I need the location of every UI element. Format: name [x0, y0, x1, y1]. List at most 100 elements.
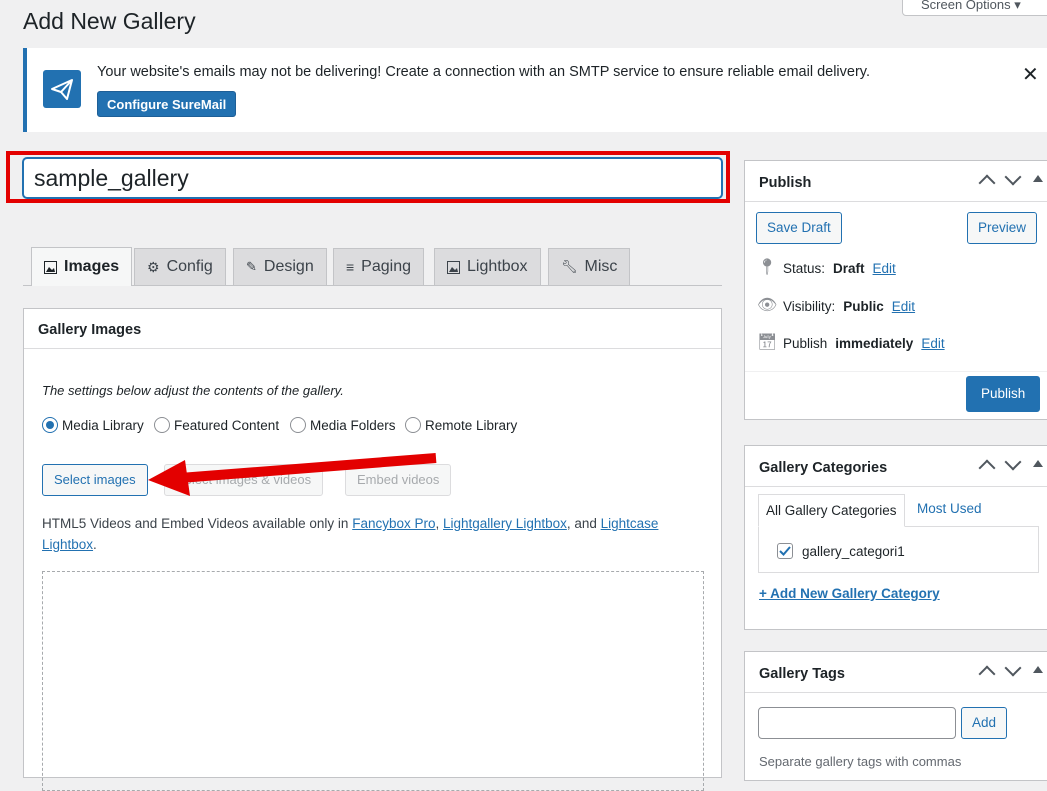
- radio-icon[interactable]: [290, 417, 306, 433]
- divider: [745, 201, 1047, 202]
- divider: [745, 371, 1047, 372]
- smtp-notice: Your website's emails may not be deliver…: [23, 48, 1047, 132]
- image-icon: [447, 260, 460, 274]
- tab-label: Images: [64, 258, 120, 275]
- chevron-down-icon[interactable]: [1004, 659, 1022, 677]
- tab-label: Lightbox: [467, 258, 528, 275]
- box-controls: [978, 453, 1043, 477]
- tab-most-used[interactable]: Most Used: [917, 501, 982, 516]
- box-title: Gallery Categories: [759, 460, 888, 476]
- toggle-panel-icon[interactable]: [1033, 460, 1043, 467]
- tab-label: Paging: [361, 258, 411, 275]
- gear-icon: ⚙: [147, 258, 160, 275]
- radio-icon[interactable]: [154, 417, 170, 433]
- chevron-up-icon[interactable]: [978, 174, 996, 192]
- note-text: ,: [435, 516, 444, 531]
- annotation-arrow: [148, 453, 437, 496]
- box-controls: [978, 168, 1043, 192]
- chevron-down-icon[interactable]: [1004, 168, 1022, 186]
- gallery-tags-box: Gallery Tags Add Separate gallery tags w…: [744, 651, 1047, 781]
- box-title: Gallery Images: [38, 322, 142, 338]
- gallery-description: The settings below adjust the contents o…: [42, 383, 344, 398]
- visibility-row: 👁︎ Visibility: Public Edit: [757, 297, 915, 315]
- status-value: Draft: [833, 260, 865, 276]
- edit-visibility-link[interactable]: Edit: [892, 299, 915, 314]
- tab-label: Design: [263, 258, 314, 275]
- select-images-button[interactable]: Select images: [42, 464, 148, 496]
- add-new-category-link[interactable]: + Add New Gallery Category: [759, 586, 940, 601]
- note-text: HTML5 Videos and Embed Videos available …: [42, 516, 353, 531]
- image-icon: [44, 260, 57, 274]
- eye-icon: 👁︎: [757, 297, 778, 314]
- lightgallery-link[interactable]: Lightgallery Lightbox: [443, 516, 567, 531]
- source-radio-media-folders[interactable]: Media Folders: [290, 417, 396, 433]
- chevron-up-icon[interactable]: [978, 459, 996, 477]
- tab-paging[interactable]: ≡ Paging: [333, 248, 424, 285]
- source-radio-featured-content[interactable]: Featured Content: [154, 417, 279, 433]
- calendar-icon: 📅︎: [757, 334, 778, 351]
- publish-label: Publish: [783, 335, 828, 351]
- tab-design[interactable]: ✎ Design: [233, 248, 327, 285]
- divider: [24, 348, 721, 349]
- publish-value: immediately: [835, 335, 914, 351]
- new-tag-input[interactable]: [758, 707, 956, 739]
- visibility-value: Public: [843, 298, 884, 314]
- radio-label: Media Folders: [310, 417, 396, 433]
- tab-misc[interactable]: 🔧︎ Misc: [548, 248, 631, 285]
- preview-button[interactable]: Preview: [967, 212, 1038, 244]
- radio-label: Featured Content: [174, 417, 280, 433]
- category-label: gallery_categori1: [802, 544, 905, 559]
- toggle-panel-icon[interactable]: [1033, 666, 1043, 673]
- box-controls: [978, 659, 1043, 683]
- tab-label: Config: [166, 258, 213, 275]
- status-label: Status:: [783, 260, 826, 276]
- notice-text: Your website's emails may not be deliver…: [97, 64, 870, 80]
- visibility-label: Visibility:: [783, 298, 836, 314]
- radio-selected-icon[interactable]: [42, 417, 58, 433]
- tags-hint: Separate gallery tags with commas: [759, 754, 962, 769]
- page-title: Add New Gallery: [23, 8, 196, 34]
- box-title: Gallery Tags: [759, 666, 845, 682]
- paper-plane-icon: [43, 70, 81, 108]
- images-dropzone[interactable]: [42, 571, 704, 791]
- radio-icon[interactable]: [405, 417, 421, 433]
- pin-icon: 📍︎: [757, 259, 778, 276]
- note-text: .: [93, 537, 97, 552]
- paint-brush-icon: ✎: [246, 259, 257, 274]
- checkbox-checked-icon[interactable]: [777, 543, 793, 559]
- edit-publish-date-link[interactable]: Edit: [921, 336, 944, 351]
- fancybox-pro-link[interactable]: Fancybox Pro: [352, 516, 435, 531]
- status-row: 📍︎ Status: Draft Edit: [757, 259, 896, 277]
- toggle-panel-icon[interactable]: [1033, 175, 1043, 182]
- list-icon: ≡: [346, 259, 355, 275]
- gallery-categories-box: Gallery Categories All Gallery Categorie…: [744, 445, 1047, 630]
- chevron-down-icon[interactable]: [1004, 453, 1022, 471]
- source-radio-media-library[interactable]: Media Library: [42, 417, 144, 433]
- html5-videos-note: HTML5 Videos and Embed Videos available …: [42, 513, 702, 555]
- source-radio-remote-library[interactable]: Remote Library: [405, 417, 517, 433]
- note-text: , and: [566, 516, 601, 531]
- categories-list: gallery_categori1: [758, 526, 1039, 573]
- tab-lightbox[interactable]: Lightbox: [434, 248, 541, 285]
- edit-status-link[interactable]: Edit: [873, 261, 896, 276]
- tab-config[interactable]: ⚙ Config: [134, 248, 226, 285]
- publish-date-row: 📅︎ Publish immediately Edit: [757, 334, 945, 352]
- divider: [745, 486, 1047, 487]
- tab-all-categories[interactable]: All Gallery Categories: [758, 494, 905, 527]
- add-tag-button[interactable]: Add: [961, 707, 1008, 739]
- divider: [745, 692, 1047, 693]
- radio-label: Media Library: [62, 417, 144, 433]
- gallery-title-input[interactable]: [23, 158, 722, 198]
- radio-label: Remote Library: [425, 417, 518, 433]
- configure-suremail-button[interactable]: Configure SureMail: [97, 91, 237, 117]
- tab-label: Misc: [584, 258, 618, 275]
- box-title: Publish: [759, 175, 812, 191]
- gallery-images-box: Gallery Images The settings below adjust…: [23, 308, 722, 791]
- publish-box: Publish Save Draft Preview 📍︎ Status: Dra…: [744, 160, 1047, 420]
- close-icon[interactable]: ✕: [1022, 62, 1039, 87]
- chevron-up-icon[interactable]: [978, 665, 996, 683]
- publish-button[interactable]: Publish: [966, 376, 1041, 412]
- tab-images[interactable]: Images: [31, 247, 133, 286]
- screen-options-button[interactable]: Screen Options ▾: [902, 0, 1047, 16]
- save-draft-button[interactable]: Save Draft: [756, 212, 842, 244]
